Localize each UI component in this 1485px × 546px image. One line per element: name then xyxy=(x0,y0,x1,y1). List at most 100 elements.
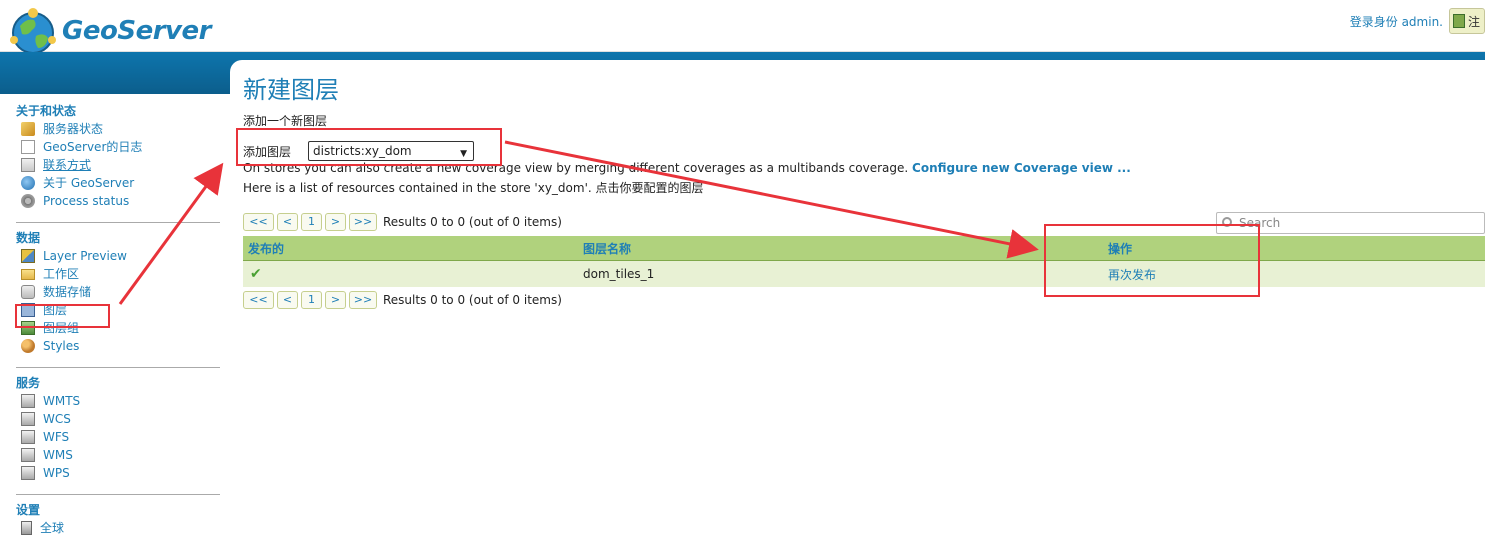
login-status: 登录身份 admin. xyxy=(1349,14,1443,29)
search-input[interactable]: Search xyxy=(1216,212,1485,234)
prev-page-button[interactable]: < xyxy=(277,213,298,231)
sidebar-item-global[interactable]: 全球 xyxy=(16,519,220,537)
main-content: 新建图层 添加一个新图层 添加图层 districts:xy_dom ▼ On … xyxy=(230,60,1485,546)
globe-logo-icon xyxy=(10,8,56,54)
first-page-button[interactable]: << xyxy=(243,213,274,231)
layer-name-cell: dom_tiles_1 xyxy=(583,267,655,281)
last-page-button[interactable]: >> xyxy=(349,291,377,309)
logout-icon xyxy=(1453,14,1465,28)
server-status-icon xyxy=(21,122,35,136)
results-count: Results 0 to 0 (out of 0 items) xyxy=(383,293,562,307)
sidebar-item-layer-preview[interactable]: Layer Preview xyxy=(16,247,220,265)
divider xyxy=(16,222,220,223)
sidebar-item-label: WPS xyxy=(43,466,70,480)
logout-label: 注 xyxy=(1468,14,1481,29)
sidebar-item-wms[interactable]: WMS xyxy=(16,446,220,464)
about-icon xyxy=(21,176,35,190)
styles-icon xyxy=(21,339,35,353)
search-placeholder: Search xyxy=(1239,216,1281,230)
logout-button[interactable]: 注 xyxy=(1449,8,1485,34)
sidebar-item-label: WMTS xyxy=(43,394,81,408)
sidebar-item-layer-groups[interactable]: 图层组 xyxy=(16,319,220,337)
results-count: Results 0 to 0 (out of 0 items) xyxy=(383,215,562,229)
pager-top: << < 1 > >> Results 0 to 0 (out of 0 ite… xyxy=(243,213,562,231)
page-number-button[interactable]: 1 xyxy=(301,213,322,231)
sidebar-item-label: 联系方式 xyxy=(43,158,92,172)
sidebar-item-label: WCS xyxy=(43,412,71,426)
sidebar-item-server-status[interactable]: 服务器状态 xyxy=(16,120,220,138)
next-page-button[interactable]: > xyxy=(325,213,346,231)
server-icon xyxy=(21,521,32,535)
pager-bottom: << < 1 > >> Results 0 to 0 (out of 0 ite… xyxy=(243,291,562,309)
service-icon xyxy=(21,394,35,408)
service-icon xyxy=(21,412,35,426)
resources-text: Here is a list of resources contained in… xyxy=(243,181,704,195)
sidebar-item-wfs[interactable]: WFS xyxy=(16,428,220,446)
sidebar-item-styles[interactable]: Styles xyxy=(16,337,220,355)
divider xyxy=(16,494,220,495)
sidebar-item-label: Process status xyxy=(43,194,130,208)
sidebar-item-label: WMS xyxy=(43,448,73,462)
search-icon xyxy=(1222,217,1232,227)
sidebar-item-label: WFS xyxy=(43,430,70,444)
layer-icon xyxy=(21,303,35,317)
contact-icon xyxy=(21,158,35,172)
coverage-view-description: On stores you can also create a new cove… xyxy=(243,161,909,175)
sidebar-item-wmts[interactable]: WMTS xyxy=(16,392,220,410)
sidebar-item-label: 关于 GeoServer xyxy=(43,176,135,190)
table-row: ✔ dom_tiles_1 再次发布 xyxy=(243,261,1485,287)
last-page-button[interactable]: >> xyxy=(349,213,377,231)
sidebar-item-label: Styles xyxy=(43,339,80,353)
layer-preview-icon xyxy=(21,249,35,263)
next-page-button[interactable]: > xyxy=(325,291,346,309)
sidebar-item-contact[interactable]: 联系方式 xyxy=(16,156,220,174)
folder-icon xyxy=(21,268,35,280)
sidebar-item-wcs[interactable]: WCS xyxy=(16,410,220,428)
column-header-action: 操作 xyxy=(1108,241,1133,256)
column-header-layer-name[interactable]: 图层名称 xyxy=(578,240,1103,257)
nav-section-about: 关于和状态 服务器状态 GeoServer的日志 联系方式 关于 GeoServ… xyxy=(16,102,220,210)
configure-coverage-view-link[interactable]: Configure new Coverage view ... xyxy=(912,161,1131,175)
sidebar-item-label: 数据存储 xyxy=(43,285,92,299)
checkmark-icon: ✔ xyxy=(250,266,262,282)
published-cell: ✔ xyxy=(243,266,578,282)
service-icon xyxy=(21,466,35,480)
first-page-button[interactable]: << xyxy=(243,291,274,309)
coverage-view-text: On stores you can also create a new cove… xyxy=(243,161,1131,175)
section-title: 服务 xyxy=(16,376,41,390)
service-icon xyxy=(21,430,35,444)
header: GeoServer 登录身份 admin. 注 xyxy=(0,0,1485,54)
column-header-published[interactable]: 发布的 xyxy=(243,240,578,257)
sidebar-item-workspaces[interactable]: 工作区 xyxy=(16,265,220,283)
nav-section-data: 数据 Layer Preview 工作区 数据存储 图层 图层组 Styles xyxy=(16,229,220,355)
sidebar: 关于和状态 服务器状态 GeoServer的日志 联系方式 关于 GeoServ… xyxy=(0,94,230,546)
database-icon xyxy=(21,285,35,299)
table-header: 发布的 图层名称 操作 xyxy=(243,236,1485,261)
geoserver-logo[interactable]: GeoServer xyxy=(8,6,211,56)
layer-group-icon xyxy=(21,321,35,335)
page-number-button[interactable]: 1 xyxy=(301,291,322,309)
nav-section-services: 服务 WMTS WCS WFS WMS WPS xyxy=(16,374,220,482)
sidebar-item-label: 服务器状态 xyxy=(43,122,104,136)
sidebar-item-process-status[interactable]: Process status xyxy=(16,192,220,210)
sidebar-item-wps[interactable]: WPS xyxy=(16,464,220,482)
sidebar-item-label: GeoServer的日志 xyxy=(43,140,143,154)
section-title: 数据 xyxy=(16,231,41,245)
add-layer-label: 添加图层 xyxy=(243,145,292,159)
gear-icon xyxy=(21,194,35,208)
section-title: 关于和状态 xyxy=(16,104,77,118)
sidebar-item-about[interactable]: 关于 GeoServer xyxy=(16,174,220,192)
section-title: 设置 xyxy=(16,503,41,517)
sidebar-item-stores[interactable]: 数据存储 xyxy=(16,283,220,301)
republish-link[interactable]: 再次发布 xyxy=(1108,268,1156,282)
sidebar-item-label: 工作区 xyxy=(43,267,80,281)
sidebar-item-layers[interactable]: 图层 xyxy=(16,301,220,319)
log-icon xyxy=(21,140,35,154)
sidebar-item-logs[interactable]: GeoServer的日志 xyxy=(16,138,220,156)
page-subtitle: 添加一个新图层 xyxy=(243,114,328,128)
add-layer-row: 添加图层 districts:xy_dom ▼ xyxy=(243,141,483,163)
store-select[interactable]: districts:xy_dom ▼ xyxy=(308,141,474,161)
page-title: 新建图层 xyxy=(243,76,339,104)
prev-page-button[interactable]: < xyxy=(277,291,298,309)
action-cell: 再次发布 xyxy=(1103,266,1485,283)
